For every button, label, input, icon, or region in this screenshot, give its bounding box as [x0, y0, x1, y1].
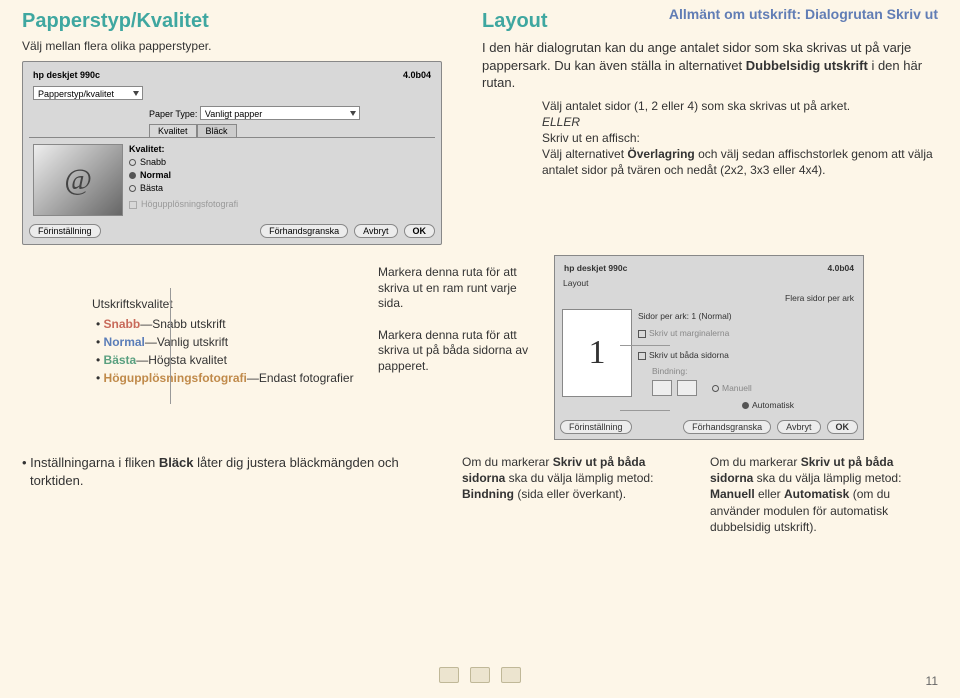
bind-icon-side[interactable]: [652, 380, 672, 396]
page-number: 11: [926, 674, 938, 688]
pages-per-sheet-select[interactable]: 1 (Normal): [691, 311, 731, 321]
page-section-header: Allmänt om utskrift: Dialogrutan Skriv u…: [669, 6, 938, 22]
dlg2-btn-preview[interactable]: Förhandsgranska: [683, 420, 771, 434]
btn-preview[interactable]: Förhandsgranska: [260, 224, 348, 238]
radio-basta[interactable]: Bästa: [129, 182, 238, 195]
tab-quality[interactable]: Kvalitet: [149, 124, 197, 137]
layout-preview: 1: [562, 309, 632, 397]
dialog-paper-quality: hp deskjet 990c 4.0b04 Papperstyp/kvalit…: [22, 61, 442, 245]
preview-thumb: @: [33, 144, 123, 216]
pages-per-sheet-label: Sidor per ark:: [638, 311, 689, 321]
left-title: Papperstyp/Kvalitet: [22, 10, 462, 33]
check-margins[interactable]: Skriv ut marginalerna: [638, 326, 856, 340]
ink-tab-note: Inställningarna i fliken Bläck låter dig…: [22, 454, 442, 535]
both-sides-explain: Om du markerar Skriv ut på båda sidorna …: [462, 454, 938, 535]
radio-manual[interactable]: Manuell: [712, 381, 752, 395]
paper-type-label: Paper Type:: [149, 109, 197, 119]
nav-icon-3[interactable]: [501, 667, 521, 683]
layout-intro: I den här dialogrutan kan du ange antale…: [482, 39, 938, 92]
btn-ok[interactable]: OK: [404, 224, 436, 238]
dlg-version: 4.0b04: [403, 70, 431, 80]
tab-ink[interactable]: Bläck: [197, 124, 237, 137]
radio-snabb[interactable]: Snabb: [129, 156, 238, 169]
layout-instructions: Välj antalet sidor (1, 2 eller 4) som sk…: [542, 98, 938, 179]
binding-label: Bindning:: [652, 364, 856, 378]
radio-normal[interactable]: Normal: [129, 169, 238, 182]
dialog-layout: hp deskjet 990c 4.0b04 Layout Flera sido…: [554, 255, 864, 440]
nav-icon-1[interactable]: [439, 667, 459, 683]
check-both-sides[interactable]: Skriv ut båda sidorna: [638, 348, 856, 362]
dlg-panel-select[interactable]: Papperstyp/kvalitet: [33, 86, 143, 100]
dlg-printer: hp deskjet 990c: [33, 70, 100, 80]
bind-icon-top[interactable]: [677, 380, 697, 396]
dlg2-printer: hp deskjet 990c: [564, 263, 627, 273]
check-highres: Högupplösningsfotografi: [129, 198, 238, 211]
btn-preset[interactable]: Förinställning: [29, 224, 101, 238]
btn-cancel[interactable]: Avbryt: [354, 224, 397, 238]
quality-legend: Utskriftskvalitet • Snabb—Snabb utskrift…: [22, 255, 362, 440]
dlg2-btn-preset[interactable]: Förinställning: [560, 420, 632, 434]
dlg2-btn-ok[interactable]: OK: [827, 420, 859, 434]
footer-nav-icons: [0, 667, 960, 686]
layout-callouts: Markera denna ruta för att skriva ut en …: [378, 255, 538, 440]
quality-label: Kvalitet:: [129, 144, 165, 154]
radio-auto[interactable]: Automatisk: [742, 398, 856, 412]
nav-icon-2[interactable]: [470, 667, 490, 683]
dlg2-panel-select[interactable]: Layout: [563, 278, 589, 288]
dlg2-btn-cancel[interactable]: Avbryt: [777, 420, 820, 434]
left-subtitle: Välj mellan flera olika papperstyper.: [22, 39, 462, 53]
multi-pages-select[interactable]: Flera sidor per ark: [785, 293, 854, 303]
paper-type-select[interactable]: Vanligt papper: [200, 106, 360, 120]
dlg2-version: 4.0b04: [828, 263, 854, 273]
